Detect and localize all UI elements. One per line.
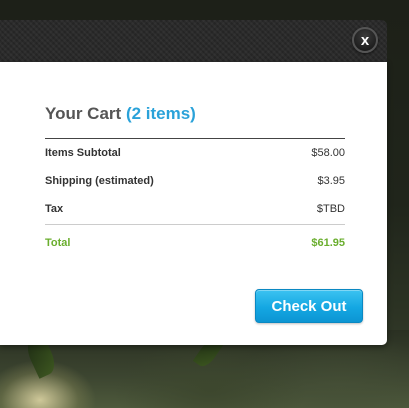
modal-header-bar	[0, 20, 387, 62]
row-value: $58.00	[311, 147, 345, 159]
cart-panel: Your Cart (2 items) Items Subtotal $58.0…	[0, 62, 387, 345]
divider	[45, 138, 345, 139]
divider	[45, 224, 345, 225]
cart-row-subtotal: Items Subtotal $58.00	[45, 145, 345, 161]
close-button[interactable]: x	[352, 27, 378, 53]
close-icon: x	[360, 31, 370, 49]
cart-row-tax: Tax $TBD	[45, 201, 345, 217]
cart-title-text: Your Cart	[45, 104, 122, 123]
cart-title: Your Cart (2 items)	[45, 104, 196, 124]
checkout-button[interactable]: Check Out	[255, 289, 363, 323]
total-label: Total	[45, 237, 71, 249]
cart-row-shipping: Shipping (estimated) $3.95	[45, 173, 345, 189]
row-value: $TBD	[316, 203, 345, 215]
total-value: $61.95	[311, 237, 345, 249]
row-label: Items Subtotal	[45, 147, 121, 159]
cart-item-count: (2 items)	[125, 104, 196, 123]
row-label: Shipping (estimated)	[45, 175, 154, 187]
cart-row-total: Total $61.95	[45, 235, 345, 251]
row-value: $3.95	[317, 175, 345, 187]
row-label: Tax	[45, 203, 64, 215]
